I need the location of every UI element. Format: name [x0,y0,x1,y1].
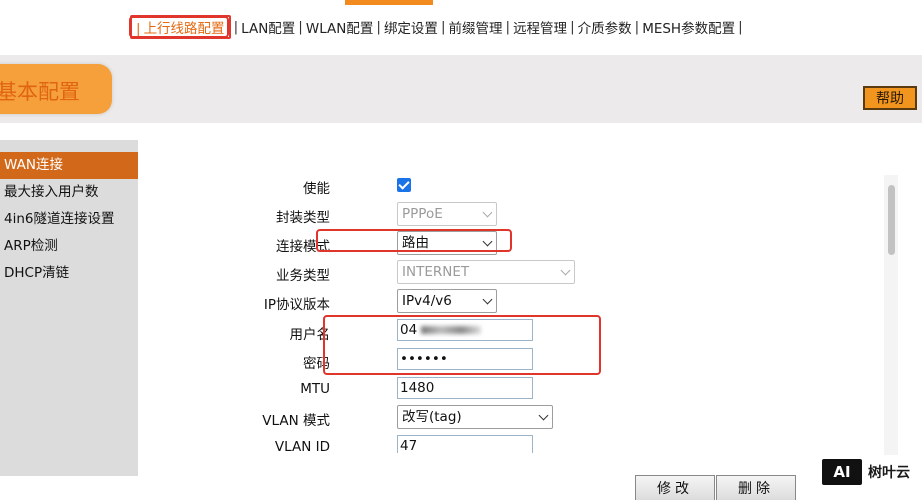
ip-version-value: IPv4/v6 [402,293,452,309]
nav-tab-prefix[interactable]: 前缀管理 [449,17,503,37]
help-button[interactable]: 帮助 [863,86,917,110]
nav-separator: | [233,19,239,35]
section-header-band [0,55,922,123]
vlan-id-label: VLAN ID [274,439,330,453]
row-mtu: MTU 1480 [140,377,600,401]
top-active-indicator [345,0,433,5]
annotation-box-conn-mode [316,229,512,252]
row-vlan-mode: VLAN 模式 改写(tag) [140,405,600,429]
row-enable: 使能 [140,173,600,197]
mtu-input[interactable]: 1480 [397,377,533,399]
chevron-down-icon [560,265,571,276]
encap-value: PPPoE [402,206,443,222]
form-scrollbar[interactable] [884,175,898,455]
chevron-down-icon [482,207,493,218]
sidebar-item-wan[interactable]: WAN连接 [0,152,138,179]
encap-select[interactable]: PPPoE [397,202,497,226]
sidebar: WAN连接 最大接入用户数 4in6隧道连接设置 ARP检测 DHCP清链 [0,140,138,476]
row-vlan-id: VLAN ID 47 [140,435,600,453]
modify-button[interactable]: 修改 [635,475,715,500]
row-encap: 封装类型 PPPoE [140,202,600,226]
nav-separator: | [298,19,303,35]
vlan-mode-select[interactable]: 改写(tag) [397,405,553,429]
nav-separator: | [440,19,446,35]
sidebar-item-4in6[interactable]: 4in6隧道连接设置 [0,206,138,233]
watermark-logo: AI [820,457,864,487]
section-title-tab: 基本配置 [0,64,112,114]
nav-tab-remote[interactable]: 远程管理 [513,17,567,37]
vlan-id-value: 47 [400,438,418,453]
sidebar-item-dhcp[interactable]: DHCP清链 [0,260,138,287]
service-select[interactable]: INTERNET [397,260,575,284]
nav-separator: | [505,19,511,35]
nav-tab-wlan[interactable]: WLAN配置 [306,17,374,37]
service-value: INTERNET [402,264,470,280]
encap-label: 封装类型 [276,210,330,226]
ip-version-label: IP协议版本 [263,297,330,313]
nav-tab-mesh[interactable]: MESH参数配置 [642,17,735,37]
ip-version-select[interactable]: IPv4/v6 [397,289,497,313]
service-label: 业务类型 [276,268,330,284]
sidebar-item-arp[interactable]: ARP检测 [0,233,138,260]
row-ip-version: IP协议版本 IPv4/v6 [140,289,600,313]
vlan-mode-label: VLAN 模式 [262,413,330,429]
watermark: AI 树叶云 [820,456,922,488]
nav-separator: | [570,19,575,35]
chevron-down-icon [482,294,493,305]
chevron-down-icon [538,410,549,421]
nav-separator: | [376,19,381,35]
nav-tab-media[interactable]: 介质参数 [578,17,632,37]
scroll-thumb[interactable] [888,185,895,255]
nav-separator: | [738,19,743,35]
wan-form: 使能 封装类型 PPPoE 连接模式 路由 业务类型 INTERNET IP协议… [140,165,880,453]
section-title: 基本配置 [0,80,80,104]
row-service: 业务类型 INTERNET [140,260,600,284]
delete-button[interactable]: 删除 [716,475,796,500]
enable-label: 使能 [303,181,330,197]
vlan-id-input[interactable]: 47 [397,435,533,453]
enable-checkbox[interactable] [397,178,411,192]
annotation-box-nav [129,16,229,38]
watermark-text: 树叶云 [868,465,910,481]
mtu-value: 1480 [400,380,435,396]
nav-separator: | [634,19,640,35]
mtu-label: MTU [300,381,330,397]
nav-tab-binding[interactable]: 绑定设置 [384,17,438,37]
nav-tab-lan[interactable]: LAN配置 [241,17,295,37]
annotation-box-credentials [323,315,601,375]
sidebar-item-max-users[interactable]: 最大接入用户数 [0,179,138,206]
vlan-mode-value: 改写(tag) [402,409,462,425]
